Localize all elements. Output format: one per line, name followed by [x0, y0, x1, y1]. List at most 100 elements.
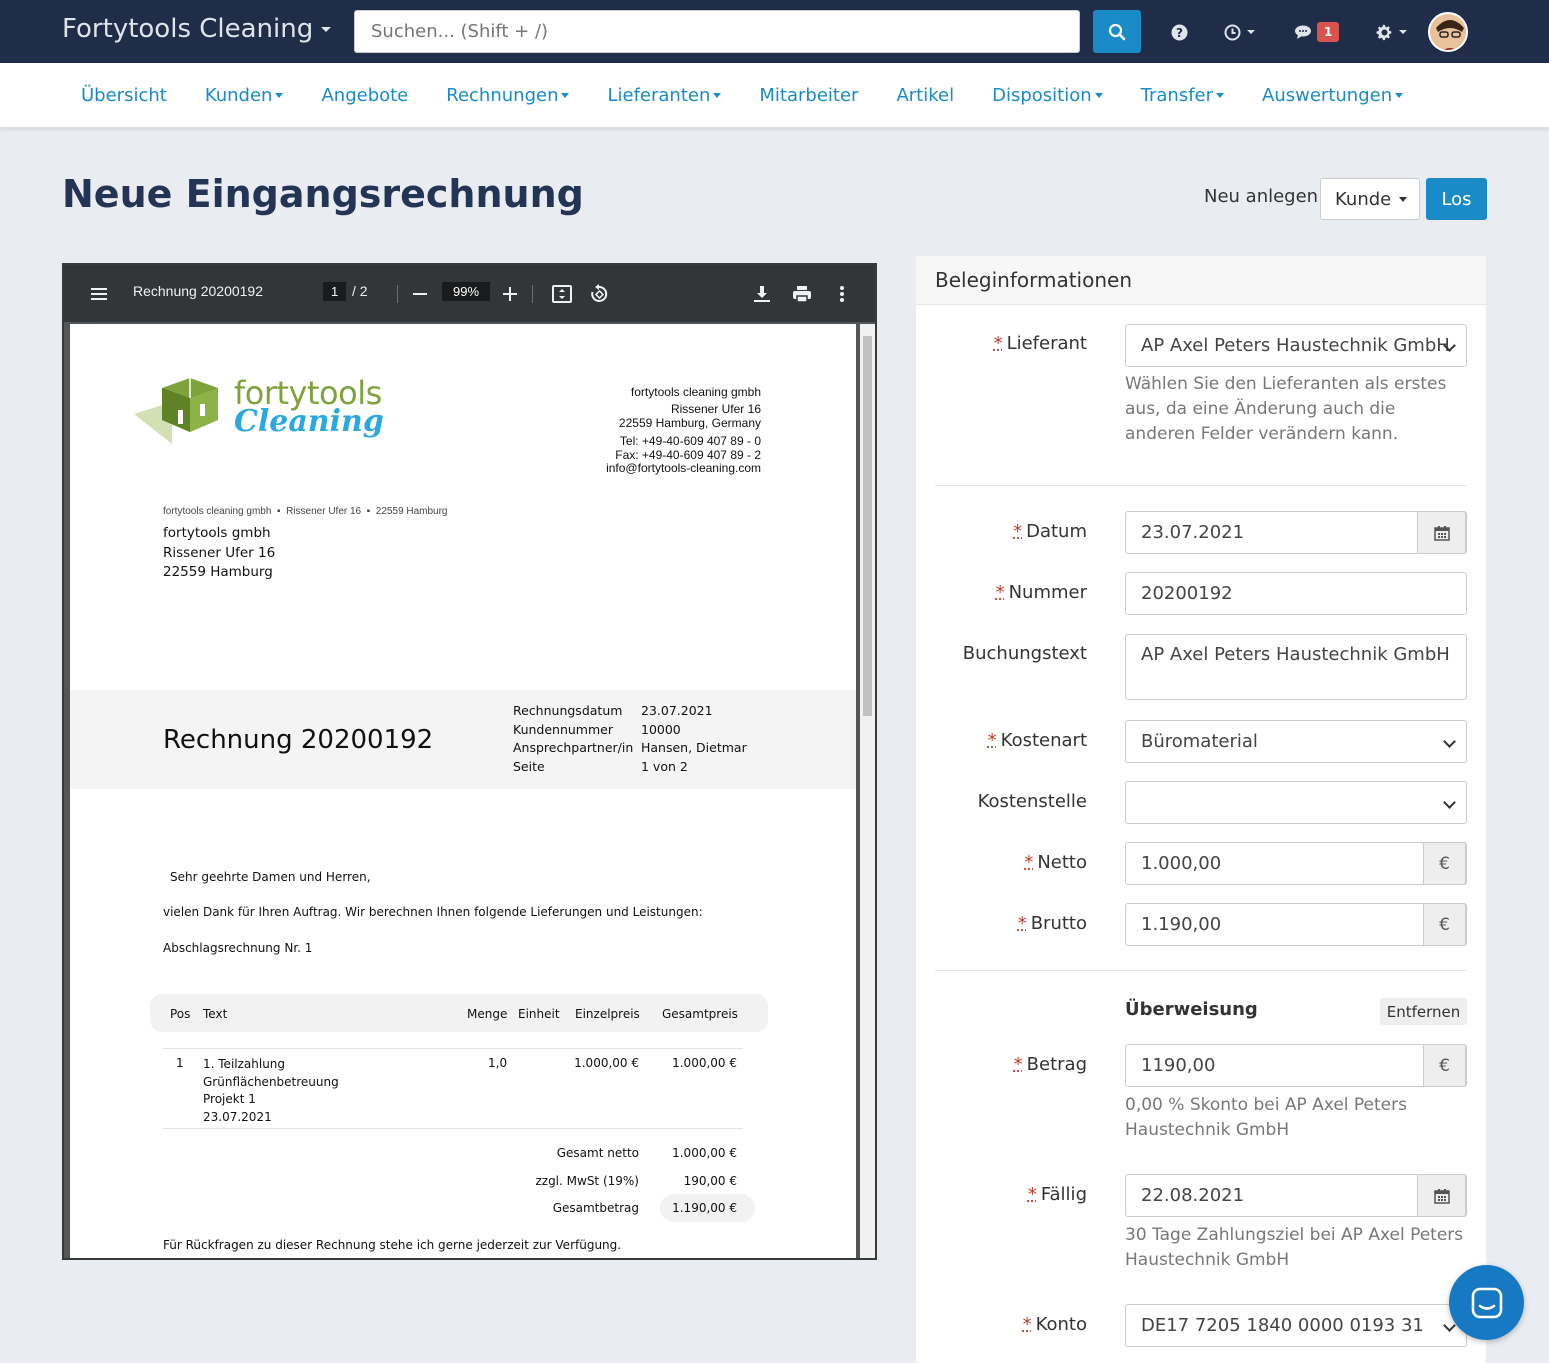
pdf-zoom-in-button[interactable]: [497, 281, 523, 307]
chevron-down-icon: [1094, 93, 1103, 98]
intro-text: vielen Dank für Ihren Auftrag. Wir berec…: [163, 905, 703, 919]
nav-item-kunden[interactable]: Kunden: [205, 85, 284, 106]
nav-item-lieferanten[interactable]: Lieferanten: [607, 85, 722, 106]
scrollbar-thumb[interactable]: [863, 336, 872, 716]
meta-value: 23.07.2021: [641, 703, 713, 718]
nav-item-label: Übersicht: [81, 85, 167, 106]
brutto-input[interactable]: 1.190,00 €: [1125, 903, 1467, 946]
chevron-down-icon: [1247, 30, 1255, 34]
divider: [935, 485, 1467, 486]
nav-item-label: Rechnungen: [446, 85, 559, 106]
currency-addon: €: [1423, 903, 1466, 946]
invoice-title: Rechnung 20200192: [163, 725, 434, 755]
pdf-more-button[interactable]: [829, 281, 855, 307]
invoice-meta-row: Seite 1 von 2: [513, 758, 747, 777]
comments-icon: [1295, 25, 1311, 39]
nummer-input[interactable]: 20200192: [1125, 572, 1467, 615]
search-icon: [1108, 23, 1126, 40]
pdf-page-total: / 2: [352, 283, 368, 299]
search-input[interactable]: [354, 10, 1080, 53]
help-button[interactable]: ?: [1171, 20, 1188, 44]
pdf-filename: Rechnung 20200192: [133, 283, 264, 299]
more-vertical-icon: [840, 286, 844, 302]
invoice-meta-row: Ansprechpartner/in Hansen, Dietmar: [513, 739, 747, 758]
col-einheit: Einheit: [518, 1007, 560, 1021]
go-button[interactable]: Los: [1426, 178, 1487, 220]
user-avatar[interactable]: [1428, 12, 1468, 52]
sender-company: fortytools cleaning gmbh: [630, 385, 761, 399]
chat-launcher-button[interactable]: [1449, 1265, 1524, 1340]
chevron-down-icon: [1399, 30, 1407, 34]
print-icon: [793, 286, 811, 303]
remove-transfer-button[interactable]: Entfernen: [1380, 998, 1467, 1025]
pdf-scrollbar[interactable]: [860, 324, 875, 1258]
nav-item-rechnungen[interactable]: Rechnungen: [446, 85, 570, 106]
nav-item-transfer[interactable]: Transfer: [1141, 85, 1225, 106]
page-title: Neue Eingangsrechnung: [62, 172, 584, 216]
chevron-down-icon: [713, 93, 722, 98]
sender-street: Rissener Ufer 16: [670, 402, 761, 416]
nav-item-artikel[interactable]: Artikel: [896, 85, 954, 106]
col-pos: Pos: [170, 1007, 191, 1021]
download-icon: [754, 286, 770, 302]
nav-item-mitarbeiter[interactable]: Mitarbeiter: [759, 85, 858, 106]
pdf-zoom-input[interactable]: 99%: [442, 282, 491, 301]
time-tracking-menu[interactable]: [1224, 20, 1255, 44]
betrag-input[interactable]: 1190,00 €: [1125, 1044, 1467, 1087]
invoice-meta-row: Kundennummer 10000: [513, 721, 747, 740]
faellig-input[interactable]: 22.08.2021: [1125, 1174, 1467, 1217]
kostenstelle-select[interactable]: [1125, 781, 1467, 824]
clock-icon: [1224, 24, 1241, 40]
pdf-download-button[interactable]: [749, 281, 775, 307]
faellig-help: 30 Tage Zahlungsziel bei AP Axel Peters …: [1125, 1225, 1464, 1270]
search-button[interactable]: [1093, 10, 1141, 53]
currency-addon: €: [1423, 842, 1466, 885]
sender-email: info@fortytools-cleaning.com: [606, 461, 761, 475]
datum-label: * Datum: [1013, 521, 1087, 542]
pdf-zoom-out-button[interactable]: [407, 281, 433, 307]
pdf-viewer: Rechnung 20200192 1 / 2 99% fortytools C…: [62, 263, 877, 1260]
meta-key: Kundennummer: [513, 721, 613, 737]
netto-input[interactable]: 1.000,00 €: [1125, 842, 1467, 885]
nav-item-auswertungen[interactable]: Auswertungen: [1262, 85, 1404, 106]
calendar-icon: [1433, 1188, 1450, 1204]
table-divider: [163, 1048, 743, 1049]
col-gesamtpreis: Gesamtpreis: [662, 1007, 738, 1021]
main-nav: Übersicht Kunden Angebote Rechnungen Liefera…: [0, 63, 1549, 128]
nav-item-übersicht[interactable]: Übersicht: [81, 85, 167, 106]
pdf-page-input[interactable]: 1: [323, 282, 347, 301]
kostenart-label: * Kostenart: [987, 730, 1087, 751]
pdf-divider: [532, 285, 533, 303]
brand-menu[interactable]: Fortytools Cleaning: [62, 14, 332, 44]
datum-input[interactable]: 23.07.2021: [1125, 511, 1467, 554]
lieferant-select[interactable]: AP Axel Peters Haustechnik GmbH: [1125, 324, 1467, 367]
nav-item-label: Disposition: [992, 85, 1092, 106]
datepicker-button[interactable]: [1417, 511, 1466, 554]
meta-key: Seite: [513, 758, 545, 774]
new-type-select[interactable]: Kunde: [1320, 178, 1420, 220]
svg-text:?: ?: [1176, 26, 1183, 40]
panel-header: Beleginformationen: [916, 256, 1486, 305]
netto-label: * Netto: [1024, 852, 1087, 873]
notification-badge: 1: [1317, 22, 1340, 42]
buchungstext-textarea[interactable]: AP Axel Peters Haustechnik GmbH: [1125, 634, 1467, 700]
lieferant-help: Wählen Sie den Lieferanten als erstes au…: [1125, 374, 1447, 444]
salutation: Sehr geehrte Damen und Herren,: [170, 870, 371, 884]
kostenart-select[interactable]: Büromaterial: [1125, 720, 1467, 763]
pdf-print-button[interactable]: [789, 281, 815, 307]
konto-select[interactable]: DE17 7205 1840 0000 0193 31: [1125, 1304, 1467, 1347]
pdf-menu-button[interactable]: [86, 281, 112, 307]
pdf-fit-page-button[interactable]: [549, 281, 575, 307]
settings-menu[interactable]: [1376, 20, 1407, 44]
new-create-label: Neu anlegen:: [1204, 186, 1325, 207]
top-bar: Fortytools Cleaning ? 1: [0, 0, 1549, 63]
hamburger-icon: [91, 288, 107, 300]
col-text: Text: [203, 1007, 228, 1021]
nav-item-angebote[interactable]: Angebote: [321, 85, 408, 106]
sender-fax: Fax: +49-40-609 407 89 - 2: [615, 448, 761, 462]
question-icon: ?: [1171, 24, 1188, 40]
pdf-rotate-button[interactable]: [586, 281, 612, 307]
datepicker-button[interactable]: [1417, 1174, 1466, 1217]
nav-item-disposition[interactable]: Disposition: [992, 85, 1103, 106]
messages-button[interactable]: 1: [1294, 20, 1340, 44]
